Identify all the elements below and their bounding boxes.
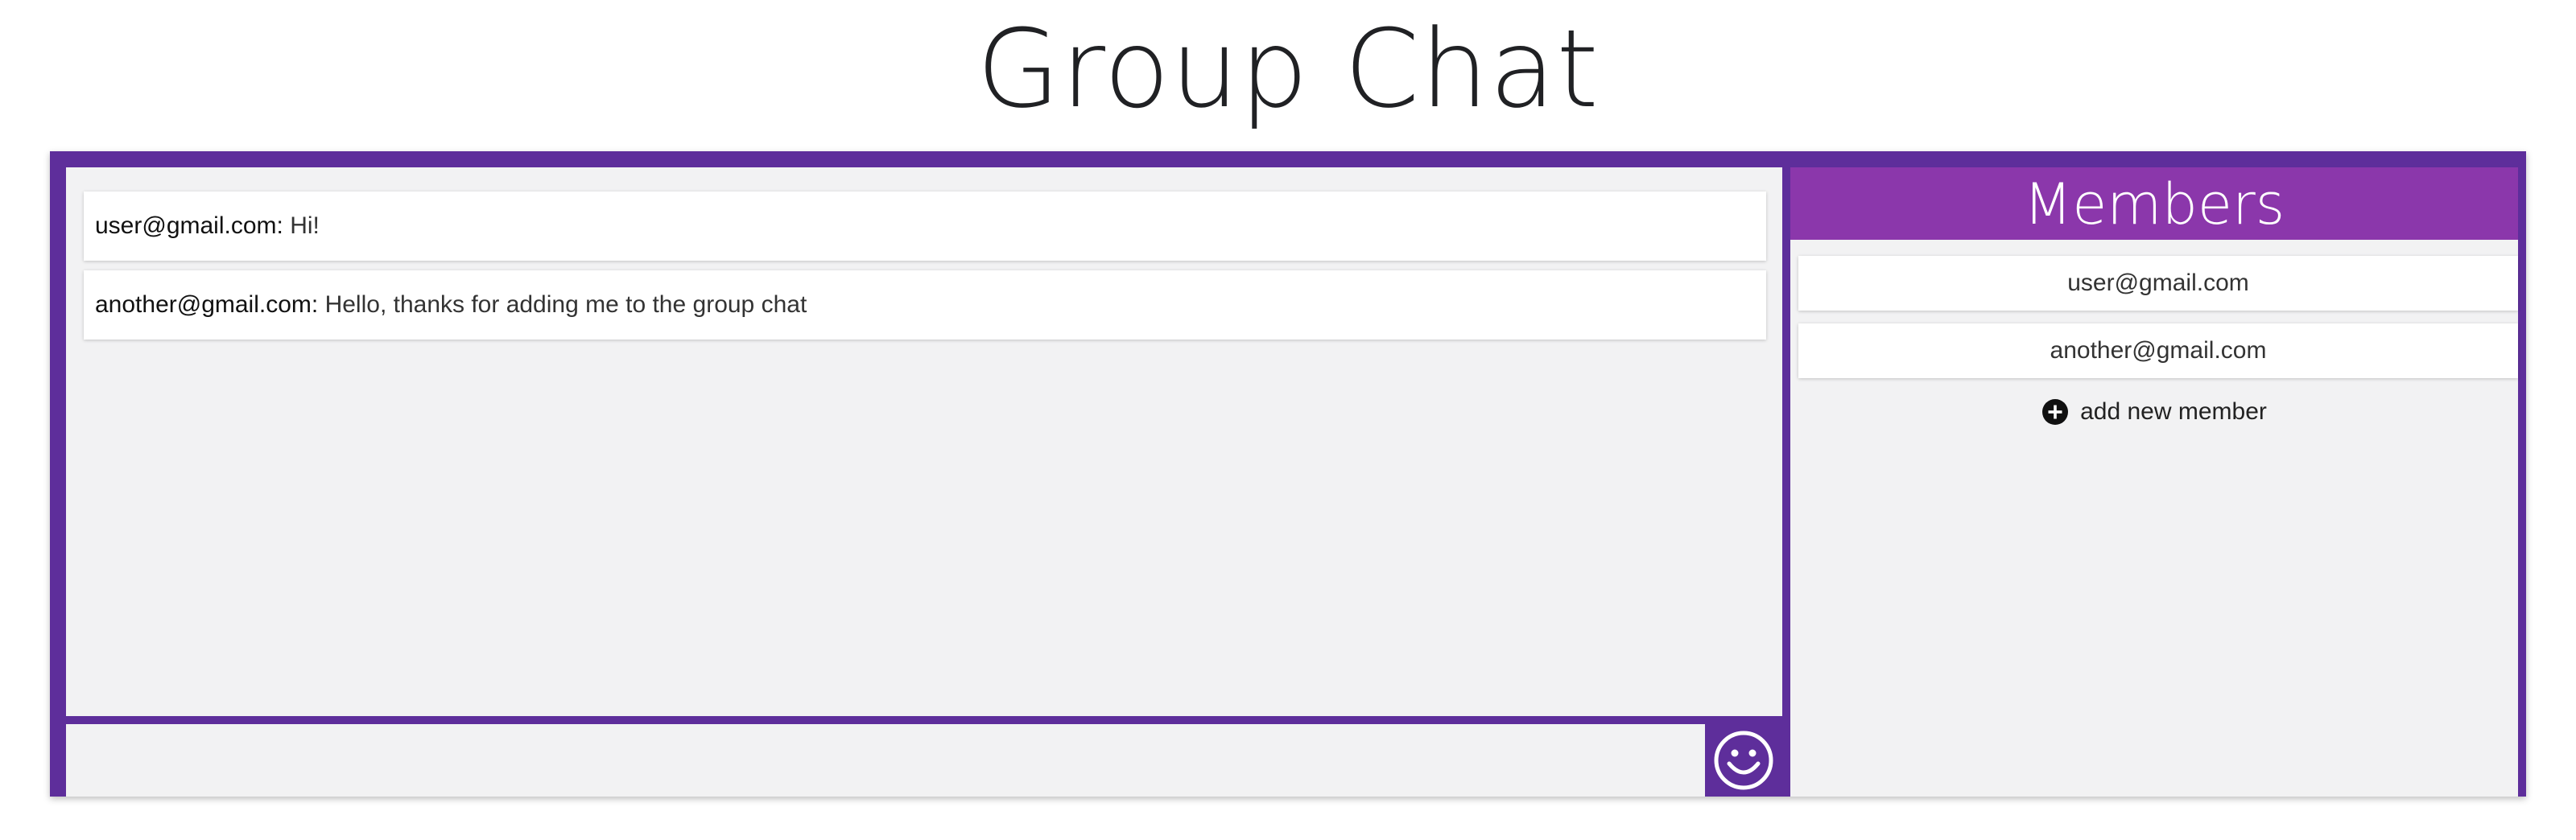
members-header: Members	[1790, 167, 2518, 240]
chat-window: user@gmail.com: Hi! another@gmail.com: H…	[50, 151, 2526, 797]
member-item[interactable]: another@gmail.com	[1798, 323, 2518, 378]
plus-circle-icon	[2042, 399, 2069, 425]
member-item[interactable]: user@gmail.com	[1798, 256, 2518, 311]
add-member-button[interactable]: add new member	[1790, 394, 2518, 430]
message-text: Hello, thanks for adding me to the group…	[318, 291, 807, 318]
emoji-button[interactable]	[1705, 724, 1782, 797]
page-title: Group Chat	[976, 6, 1600, 132]
message-item: user@gmail.com: Hi!	[84, 191, 1766, 261]
message-sender: another@gmail.com:	[95, 291, 319, 318]
add-member-label: add new member	[2080, 398, 2267, 425]
message-text: Hi!	[283, 212, 320, 239]
message-sender: user@gmail.com:	[95, 212, 283, 239]
message-input-row	[66, 724, 1782, 797]
members-panel: Members user@gmail.com another@gmail.com…	[1790, 167, 2518, 797]
messages-pane[interactable]: user@gmail.com: Hi! another@gmail.com: H…	[66, 167, 1782, 716]
message-input[interactable]	[66, 724, 1705, 797]
message-item: another@gmail.com: Hello, thanks for add…	[84, 270, 1766, 340]
smiley-face-icon	[1714, 731, 1773, 790]
